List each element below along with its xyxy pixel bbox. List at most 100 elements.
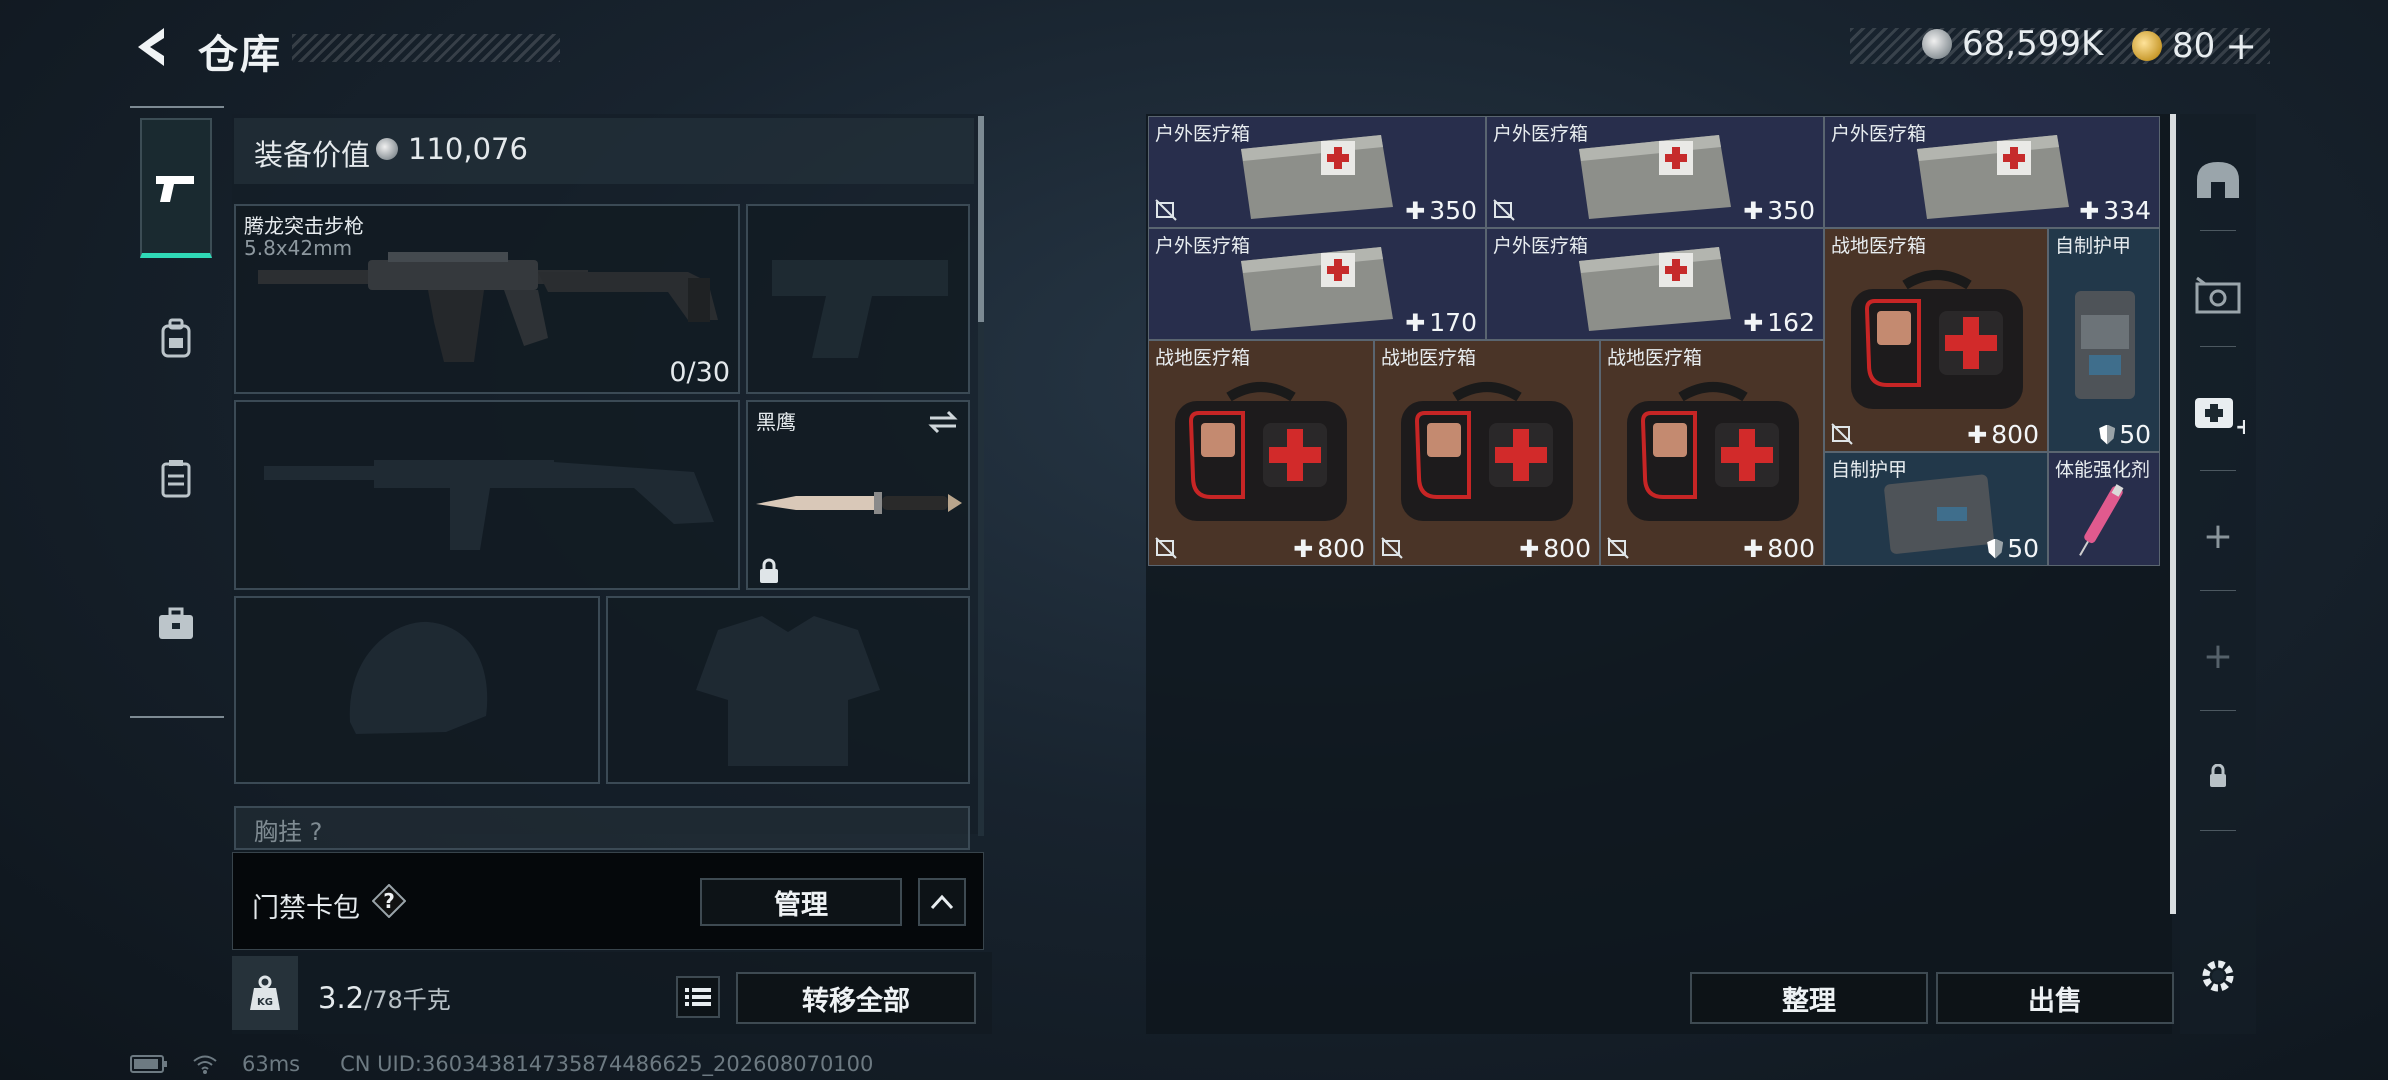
melee-slot[interactable]: 黑鹰 [746,400,970,590]
storage-item[interactable]: 户外医疗箱 ✚ 350 [1148,116,1486,228]
storage-item[interactable]: 战地医疗箱 ✚ 800 [1374,340,1600,566]
storage-item[interactable]: 户外医疗箱 ✚ 334 [1824,116,2160,228]
armor-silhouette-icon [696,616,880,766]
storage-item[interactable]: 户外医疗箱 ✚ 170 [1148,228,1486,340]
storage-item[interactable]: 自制护甲 50 [2048,228,2160,452]
item-value: ✚ 334 [2079,196,2151,225]
settings-button[interactable] [2182,940,2254,1012]
item-value: ✚ 800 [1519,534,1591,563]
heal-plus-icon: ✚ [1405,308,1426,337]
no-insure-icon [1155,537,1177,559]
equipment-tab-column [130,106,224,718]
sort-button[interactable]: 整理 [1690,972,1928,1024]
locked-tab[interactable] [2182,740,2254,812]
secondary-weapon-slot[interactable] [234,400,740,590]
equipment-value: 110,076 [408,132,528,166]
tool-helmet[interactable] [2182,144,2254,216]
item-name: 户外医疗箱 [1155,235,1251,257]
status-footer: 63ms CN UID:360343814735874486625_202608… [130,1052,873,1076]
pistol-icon [156,175,194,202]
back-arrow-icon [138,28,164,66]
storage-item[interactable]: 自制护甲 50 [1824,452,2048,566]
weight-max: /78千克 [364,986,451,1014]
item-name: 户外医疗箱 [1493,123,1589,145]
no-insure-icon [1831,423,1853,445]
tab-case[interactable] [140,554,212,694]
add-tab-button[interactable]: + [2182,620,2254,692]
tab-vest[interactable] [140,408,212,548]
equipment-scroll-thumb[interactable] [978,116,984,322]
gold-currency[interactable]: 80 + [2132,24,2257,68]
helmet-slot[interactable] [234,596,600,784]
keycard-label: 门禁卡包 [252,893,360,924]
silver-coin-icon [1922,29,1952,59]
field-medkit-image [1175,382,1347,521]
silver-currency: 68,599K [1922,24,2103,64]
item-name: 自制护甲 [2055,235,2132,257]
manage-button[interactable]: 管理 [700,878,902,926]
outdoor-medkit-image [1579,135,1731,219]
pistol-slot[interactable] [746,204,970,394]
silver-coin-icon [376,138,398,160]
gold-amount: 80 [2172,26,2216,66]
plus-icon: + [2202,635,2234,677]
tab-backpack[interactable] [140,268,212,408]
ping-value: 63ms [242,1052,301,1076]
melee-name: 黑鹰 [756,410,796,434]
svg-text:?: ? [383,889,395,913]
storage-item[interactable]: 户外医疗箱 ✚ 162 [1486,228,1824,340]
page-title: 仓库 [198,32,282,78]
add-tab-button[interactable]: + [2182,500,2254,572]
medkit-icon: + [2195,398,2245,436]
chest-rig-slot[interactable] [234,806,970,850]
weight-current: 3.2 [318,981,365,1015]
heal-plus-icon: ✚ [1743,196,1764,225]
armor-slot[interactable] [606,596,970,784]
storage-item[interactable]: 户外医疗箱 ✚ 350 [1486,116,1824,228]
helmet-icon [2197,162,2239,198]
weapon-name: 腾龙突击步枪 [244,214,364,238]
toolbox-icon [159,607,193,639]
equipment-value-label: 装备价值 [254,138,371,172]
sell-button[interactable]: 出售 [1936,972,2174,1024]
storage-item[interactable]: 战地医疗箱 ✚ 800 [1600,340,1824,566]
chevron-up-icon [930,894,954,910]
storage-item[interactable]: 战地医疗箱 ✚ 800 [1148,340,1374,566]
list-view-button[interactable] [676,976,720,1018]
field-medkit-image [1401,382,1573,521]
heal-plus-icon: ✚ [2079,196,2100,225]
primary-weapon-slot[interactable]: 腾龙突击步枪 5.8x42mm 0/30 [234,204,740,394]
back-button[interactable] [128,22,178,72]
svg-text:KG: KG [257,997,273,1008]
help-icon[interactable]: ? [371,883,407,919]
pistol-silhouette-icon [772,260,948,358]
item-name: 自制护甲 [1831,459,1908,481]
tool-safebox[interactable] [2182,260,2254,332]
transfer-all-button[interactable]: 转移全部 [736,972,976,1024]
silver-amount: 68,599K [1962,24,2104,64]
weapon-caliber: 5.8x42mm [244,236,353,260]
lock-icon [2210,764,2226,787]
no-insure-icon [1493,199,1515,221]
heal-plus-icon: ✚ [1743,534,1764,563]
field-medkit-image [1627,382,1799,521]
swap-icon[interactable] [926,410,960,434]
heal-plus-icon: ✚ [1293,534,1314,563]
outdoor-medkit-image [1241,247,1393,331]
list-icon [685,988,711,1006]
tab-weapons[interactable] [140,118,212,258]
field-medkit-image [1851,270,2023,409]
storage-item[interactable]: 战地医疗箱 ✚ 800 [1824,228,2048,452]
heal-plus-icon: ✚ [1405,196,1426,225]
weight-icon: KG [250,975,280,1010]
collapse-button[interactable] [918,878,966,926]
storage-item[interactable]: 体能强化剂 [2048,452,2160,566]
tool-medical[interactable]: + [2182,376,2254,448]
user-uid: CN UID:360343814735874486625_20260807010… [340,1052,874,1076]
add-currency-icon[interactable]: + [2225,24,2257,68]
heal-plus-icon: ✚ [1743,308,1764,337]
rifle-silhouette-icon [264,460,714,550]
storage-scrollbar[interactable] [2170,114,2176,914]
backpack-icon [161,318,191,358]
plus-icon: + [2202,515,2234,557]
